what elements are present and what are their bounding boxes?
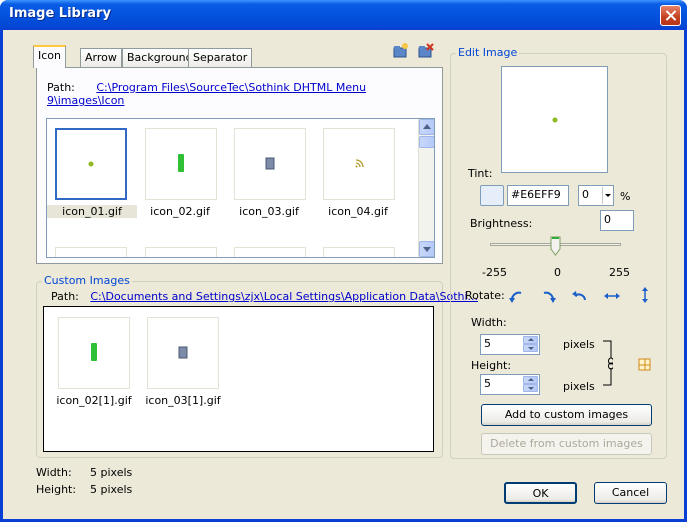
tab-arrow[interactable]: Arrow xyxy=(80,48,122,67)
rss-icon xyxy=(355,159,364,168)
info-height-value: 5 pixels xyxy=(90,483,133,496)
percent-sign: % xyxy=(620,190,631,203)
info-width-label: Width: xyxy=(36,466,72,479)
library-thumb-3-label: icon_03.gif xyxy=(239,205,299,218)
brightness-input[interactable]: 0 xyxy=(600,210,634,231)
fit-size-icon[interactable] xyxy=(636,356,654,374)
image-library-dialog: Image Library Icon Arrow Background Sepa… xyxy=(0,0,687,522)
blue-gray-rect-icon xyxy=(178,346,188,359)
delete-folder-icon[interactable] xyxy=(417,42,435,60)
aspect-lock-link-icon[interactable] xyxy=(603,340,614,386)
icon-tab-panel: Path: C:\Program Files\SourceTec\Sothink… xyxy=(36,67,443,264)
height-spinner[interactable] xyxy=(523,376,538,393)
new-folder-icon[interactable] xyxy=(392,42,410,60)
edit-image-title: Edit Image xyxy=(456,46,520,59)
edit-preview xyxy=(501,66,608,173)
custom-path-label: Path: xyxy=(51,290,79,303)
window-title: Image Library xyxy=(9,6,111,21)
library-scrollbar[interactable] xyxy=(418,119,434,257)
tint-percent-select[interactable]: 0 xyxy=(578,185,614,206)
custom-image-list[interactable]: icon_02[1].gif icon_03[1].gif xyxy=(43,306,434,452)
edit-height-input[interactable]: 5 xyxy=(480,374,540,395)
ok-button[interactable]: OK xyxy=(504,482,577,504)
library-thumb-5[interactable] xyxy=(55,247,127,257)
flip-vertical-icon[interactable] xyxy=(636,286,654,304)
library-thumb-4-label: icon_04.gif xyxy=(328,205,388,218)
flip-horizontal-icon[interactable] xyxy=(603,287,621,305)
edit-width-input[interactable]: 5 xyxy=(480,334,540,355)
library-thumb-1-label: icon_01.gif xyxy=(47,205,137,218)
tab-background[interactable]: Background xyxy=(122,48,198,67)
library-thumb-3[interactable] xyxy=(234,128,306,200)
custom-path-row: Path: C:\Documents and Settings\zjx\Loca… xyxy=(51,290,478,303)
library-thumb-2[interactable] xyxy=(145,128,217,200)
custom-thumb-2[interactable] xyxy=(147,317,219,389)
title-bar[interactable]: Image Library xyxy=(0,0,687,30)
rotate-180-icon[interactable] xyxy=(571,287,589,305)
cancel-button[interactable]: Cancel xyxy=(594,482,667,504)
brightness-slider-thumb[interactable] xyxy=(550,236,561,256)
library-thumb-7[interactable] xyxy=(234,247,306,257)
slider-max-label: 255 xyxy=(609,266,630,279)
custom-path-link[interactable]: C:\Documents and Settings\zjx\Local Sett… xyxy=(90,290,478,303)
edit-height-unit: pixels xyxy=(563,380,595,393)
tint-color-swatch[interactable] xyxy=(480,185,504,206)
tab-separator[interactable]: Separator xyxy=(188,48,253,67)
small-green-dot-icon xyxy=(88,161,94,167)
custom-thumb-1[interactable] xyxy=(58,317,130,389)
rotate-label: Rotate: xyxy=(465,289,505,302)
library-path-label: Path: xyxy=(47,81,75,94)
green-bar-icon xyxy=(178,154,184,172)
delete-from-custom-button[interactable]: Delete from custom images xyxy=(481,433,652,455)
slider-min-label: -255 xyxy=(482,266,507,279)
custom-thumb-1-label: icon_02[1].gif xyxy=(56,394,132,407)
edit-width-value: 5 xyxy=(484,337,491,350)
small-green-dot-icon xyxy=(552,117,558,123)
custom-images-title: Custom Images xyxy=(42,274,132,287)
blue-gray-rect-icon xyxy=(265,157,275,170)
width-spinner[interactable] xyxy=(523,336,538,353)
slider-mid-label: 0 xyxy=(554,266,561,279)
green-bar-icon xyxy=(91,343,97,361)
library-path-link[interactable]: C:\Program Files\SourceTec\Sothink DHTML… xyxy=(47,81,366,107)
info-height-label: Height: xyxy=(36,483,77,496)
brightness-label: Brightness: xyxy=(470,217,533,230)
library-thumb-2-label: icon_02.gif xyxy=(150,205,210,218)
edit-height-label: Height: xyxy=(471,359,512,372)
tab-icon[interactable]: Icon xyxy=(33,45,66,68)
library-path-row: Path: C:\Program Files\SourceTec\Sothink… xyxy=(47,81,442,107)
library-thumb-4[interactable] xyxy=(323,128,395,200)
library-thumb-6[interactable] xyxy=(145,247,217,257)
edit-width-unit: pixels xyxy=(563,338,595,351)
custom-thumb-2-label: icon_03[1].gif xyxy=(145,394,221,407)
scroll-thumb[interactable] xyxy=(419,136,434,148)
library-thumb-1[interactable] xyxy=(55,128,127,200)
close-button[interactable] xyxy=(660,5,681,26)
info-width-value: 5 pixels xyxy=(90,466,133,479)
rotate-right-icon[interactable] xyxy=(540,287,558,305)
chevron-down-icon[interactable] xyxy=(602,187,612,204)
edit-width-label: Width: xyxy=(471,316,507,329)
library-thumb-8[interactable] xyxy=(323,247,395,257)
library-image-list[interactable]: icon_01.gif icon_02.gif icon_03.gif icon… xyxy=(46,118,435,258)
tint-hex-input[interactable]: #E6EFF9 xyxy=(507,185,569,206)
rotate-left-icon[interactable] xyxy=(507,287,525,305)
tint-label: Tint: xyxy=(468,167,493,180)
scroll-up-button[interactable] xyxy=(419,119,434,135)
edit-height-value: 5 xyxy=(484,377,491,390)
tint-percent-value: 0 xyxy=(582,188,589,201)
add-to-custom-button[interactable]: Add to custom images xyxy=(481,404,652,426)
scroll-down-button[interactable] xyxy=(419,241,434,257)
